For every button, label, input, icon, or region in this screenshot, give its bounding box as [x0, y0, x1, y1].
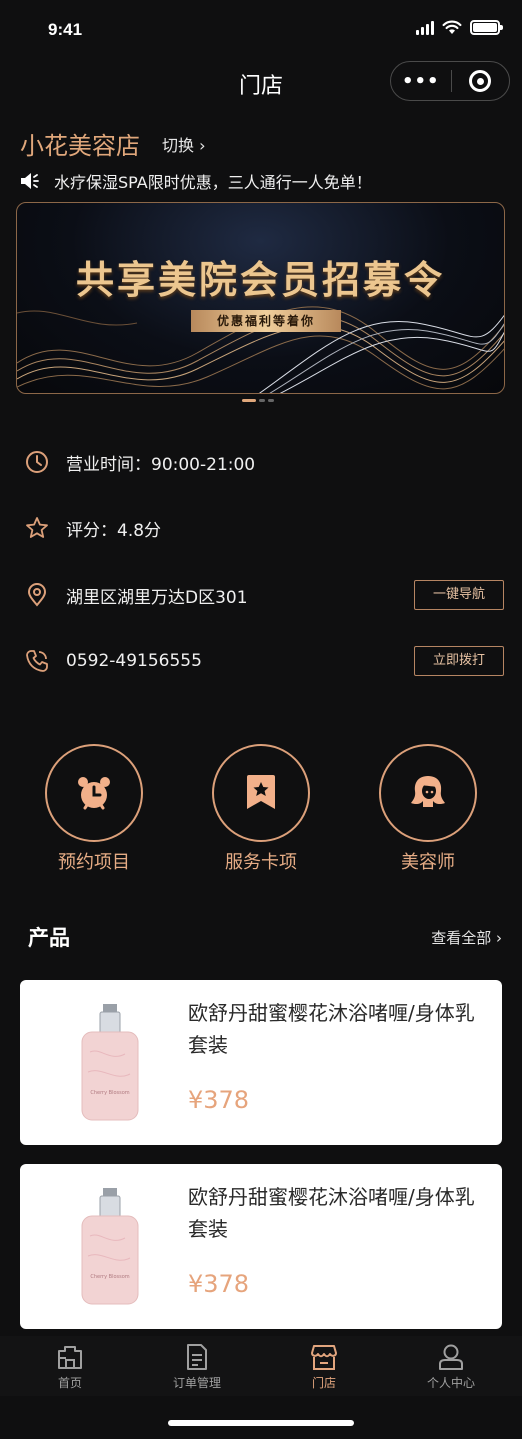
quick-action-label: 预约项目	[58, 852, 130, 873]
signal-icon	[416, 20, 434, 35]
rating: 评分：4.8分	[66, 520, 162, 541]
status-time: 9:41	[48, 20, 83, 39]
promo-banner[interactable]: 共享美院会员招募令 优惠福利等着你	[16, 202, 505, 394]
quick-action-label: 服务卡项	[225, 852, 297, 873]
battery-icon	[470, 20, 503, 35]
switch-store-button[interactable]: 切换 ›	[162, 132, 206, 156]
banner-title: 共享美院会员招募令	[75, 257, 445, 302]
tab-orders[interactable]: 订单管理	[152, 1342, 242, 1391]
product-name: 欧舒丹甜蜜樱花沐浴啫喱/身体乳套装	[188, 1001, 475, 1057]
phone-row: 0592-49156555 立即拨打	[24, 641, 504, 681]
section-title: 产品	[28, 926, 70, 950]
home-indicator[interactable]	[168, 1420, 354, 1426]
bookmark-star-icon	[212, 744, 310, 842]
phone-number: 0592-49156555	[66, 651, 202, 671]
quick-action-booking[interactable]: 预约项目	[44, 744, 144, 874]
home-icon	[25, 1342, 115, 1372]
beautician-icon	[379, 744, 477, 842]
product-image: Cherry Blossom	[81, 1004, 139, 1121]
product-name: 欧舒丹甜蜜樱花沐浴啫喱/身体乳套装	[188, 1185, 475, 1241]
phone-icon	[24, 648, 50, 674]
quick-action-label: 美容师	[401, 852, 455, 873]
product-image: Cherry Blossom	[81, 1188, 139, 1305]
svg-text:Cherry Blossom: Cherry Blossom	[90, 1090, 129, 1096]
tab-home[interactable]: 首页	[25, 1342, 115, 1391]
pagination-dot-active	[242, 399, 256, 402]
close-target-button[interactable]	[451, 70, 509, 92]
store-header: 小花美容店 切换 ›	[20, 126, 206, 161]
alarm-clock-icon	[45, 744, 143, 842]
business-hours: 营业时间：90:00-21:00	[66, 454, 256, 475]
navigate-button[interactable]: 一键导航	[414, 580, 504, 610]
target-icon	[469, 70, 492, 92]
speaker-icon	[21, 173, 39, 189]
quick-action-service-cards[interactable]: 服务卡项	[211, 744, 311, 874]
pagination-dot	[259, 399, 265, 402]
svg-text:Cherry Blossom: Cherry Blossom	[90, 1274, 129, 1280]
notice-text: 水疗保湿SPA限时优惠，三人通行一人免单！	[54, 173, 372, 192]
see-all-link[interactable]: 查看全部 ›	[431, 927, 502, 948]
product-card[interactable]: Cherry Blossom 欧舒丹甜蜜樱花沐浴啫喱/身体乳套装 ¥378	[20, 980, 502, 1145]
nav-bar: 门店 •••	[0, 58, 522, 106]
status-icons	[416, 20, 503, 35]
tab-label: 个人中心	[426, 1376, 475, 1390]
more-icon[interactable]: •••	[391, 71, 451, 92]
tab-profile[interactable]: 个人中心	[406, 1342, 496, 1391]
quick-action-beautician[interactable]: 美容师	[378, 744, 478, 874]
product-card[interactable]: Cherry Blossom 欧舒丹甜蜜樱花沐浴啫喱/身体乳套装 ¥378	[20, 1164, 502, 1329]
product-price: ¥378	[188, 1086, 250, 1114]
tab-label: 门店	[311, 1376, 336, 1390]
banner-subtitle: 优惠福利等着你	[191, 310, 341, 332]
tab-bar: 首页 订单管理 门店 个人中心	[0, 1336, 522, 1396]
notice-bar[interactable]: 水疗保湿SPA限时优惠，三人通行一人免单！	[20, 169, 372, 193]
address: 湖里区湖里万达D区301	[66, 587, 248, 608]
banner-pagination	[242, 399, 274, 402]
pagination-dot	[268, 399, 274, 402]
address-row: 湖里区湖里万达D区301 一键导航	[24, 575, 504, 615]
store-name: 小花美容店	[20, 132, 140, 160]
status-bar: 9:41	[0, 0, 522, 60]
tab-label: 订单管理	[172, 1376, 221, 1390]
store-icon	[279, 1342, 369, 1372]
business-hours-row: 营业时间：90:00-21:00	[24, 442, 504, 482]
products-header: 产品 查看全部 ›	[28, 922, 502, 952]
mini-program-capsule: •••	[390, 61, 510, 101]
tab-label: 首页	[57, 1376, 82, 1390]
user-icon	[406, 1342, 496, 1372]
star-icon	[24, 515, 50, 541]
call-button[interactable]: 立即拨打	[414, 646, 504, 676]
clock-icon	[24, 449, 50, 475]
order-icon	[152, 1342, 242, 1372]
rating-row: 评分：4.8分	[24, 508, 504, 548]
wifi-icon	[442, 20, 462, 34]
tab-store[interactable]: 门店	[279, 1342, 369, 1391]
location-pin-icon	[24, 582, 50, 608]
product-price: ¥378	[188, 1270, 250, 1298]
